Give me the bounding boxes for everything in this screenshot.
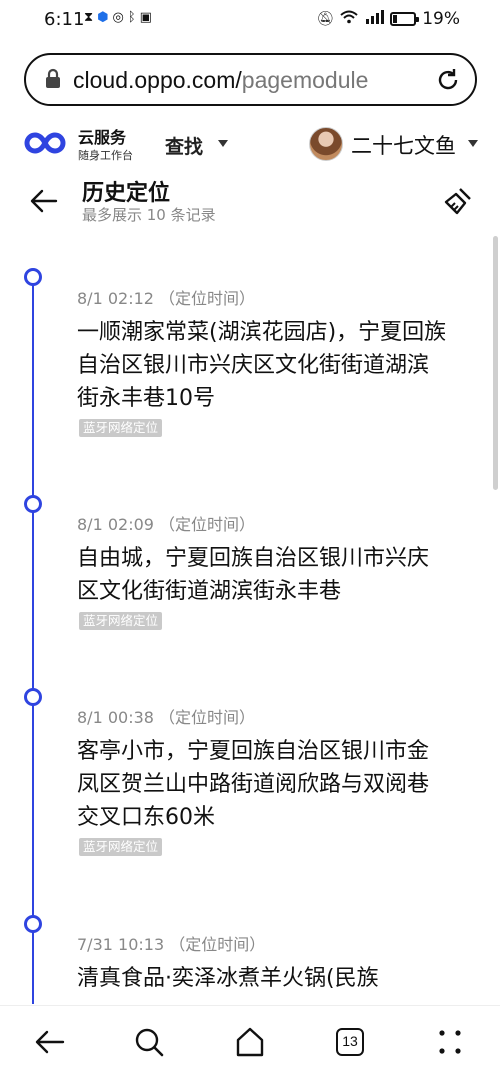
- timeline-dot: [24, 915, 42, 933]
- scrollbar[interactable]: [493, 236, 498, 490]
- sim-icon: ▣: [139, 10, 152, 25]
- brand-tagline: 随身工作台: [78, 149, 133, 162]
- signal-icon: [364, 10, 385, 28]
- search-icon[interactable]: [133, 1026, 165, 1058]
- back-icon[interactable]: [34, 1026, 66, 1058]
- timeline-dot: [24, 495, 42, 513]
- cloud-logo-icon[interactable]: [22, 126, 68, 160]
- timeline-line: [32, 284, 34, 1004]
- battery-icon: [390, 12, 420, 26]
- bluetooth-icon: ᛒ: [127, 10, 136, 25]
- app-header: 云服务 随身工作台 查找 二十七文鱼: [0, 120, 500, 170]
- avatar[interactable]: [309, 127, 343, 161]
- browser-nav-bar: 13: [0, 1005, 500, 1069]
- location-type-badge: 蓝牙网络定位: [79, 419, 163, 437]
- status-time: 6:11: [44, 9, 85, 30]
- messenger-icon: ◎: [112, 10, 124, 25]
- page-title: 历史定位: [82, 181, 171, 206]
- page-subtitle: 最多展示 10 条记录: [82, 206, 216, 224]
- wifi-icon: [340, 10, 358, 28]
- chevron-down-icon[interactable]: [468, 140, 478, 147]
- entry-time: 8/1 02:12 （定位时间）: [77, 289, 256, 308]
- find-menu[interactable]: 查找: [165, 132, 203, 159]
- status-right-icons: 🔕︎ 19%: [316, 9, 460, 29]
- more-icon[interactable]: [434, 1026, 466, 1058]
- location-type-badge: 蓝牙网络定位: [79, 612, 163, 630]
- entry-time: 7/31 10:13 （定位时间）: [77, 935, 266, 954]
- back-arrow-icon[interactable]: [30, 188, 58, 214]
- username[interactable]: 二十七文鱼: [351, 130, 456, 160]
- broom-icon[interactable]: [442, 185, 474, 217]
- battery-percent: 19%: [422, 9, 460, 29]
- entry-time: 8/1 00:38 （定位时间）: [77, 708, 256, 727]
- hourglass-icon: ⧗: [84, 10, 94, 25]
- address-bar[interactable]: cloud.oppo.com/pagemodule: [24, 53, 477, 106]
- status-bar: 6:11 ⧗ ⬢ ◎ ᛒ ▣ 🔕︎ 19%: [0, 0, 500, 40]
- location-type-badge: 蓝牙网络定位: [79, 838, 163, 856]
- entry-address: 客亭小市，宁夏回族自治区银川市金凤区贺兰山中路街道阅欣路与双阅巷交叉口东60米: [77, 739, 430, 830]
- brand-name: 云服务: [78, 128, 127, 147]
- entry-address: 清真食品·奕泽冰煮羊火锅(民族: [77, 966, 379, 991]
- entry-address: 一顺潮家常菜(湖滨花园店)，宁夏回族自治区银川市兴庆区文化街街道湖滨街永丰巷10…: [77, 320, 447, 411]
- timeline-dot: [24, 268, 42, 286]
- entry-address: 自由城，宁夏回族自治区银川市兴庆区文化街街道湖滨街永丰巷: [77, 546, 430, 604]
- mute-icon: 🔕︎: [316, 11, 335, 27]
- url-text[interactable]: cloud.oppo.com/pagemodule: [73, 67, 368, 94]
- tabs-icon[interactable]: 13: [336, 1028, 364, 1056]
- home-icon[interactable]: [234, 1026, 266, 1058]
- reload-icon[interactable]: [435, 67, 461, 93]
- lock-icon: [46, 68, 60, 88]
- timeline-dot: [24, 688, 42, 706]
- chevron-down-icon[interactable]: [218, 140, 228, 147]
- entry-time: 8/1 02:09 （定位时间）: [77, 515, 256, 534]
- url-host: cloud.oppo.com/: [73, 67, 242, 93]
- status-left-icons: ⧗ ⬢ ◎ ᛒ ▣: [84, 10, 152, 25]
- url-path: pagemodule: [241, 67, 369, 93]
- shield-icon: ⬢: [97, 10, 109, 25]
